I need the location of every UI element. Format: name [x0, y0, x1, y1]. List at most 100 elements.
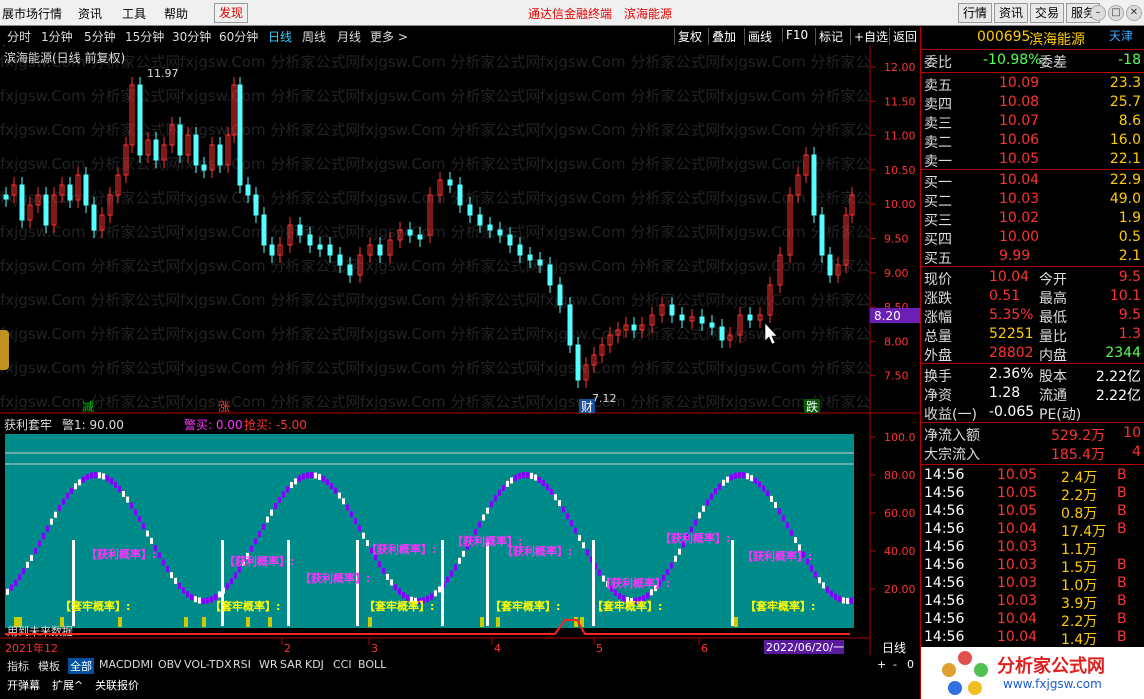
profit-label: 【获利概率】:	[86, 547, 156, 561]
stat-label2: 最高	[1039, 291, 1067, 307]
tab-monthly[interactable]: 月线	[337, 28, 361, 45]
top-btn-market[interactable]: 行情	[958, 3, 993, 23]
price-tick: 7.50	[884, 370, 909, 383]
marker-die[interactable]: 跌	[806, 399, 818, 414]
ask-price: 10.07	[999, 113, 1040, 129]
marker-jian[interactable]: 减	[82, 400, 94, 414]
tool-biaoji[interactable]: 标记	[815, 28, 843, 45]
bottom-tab-2[interactable]: 全部	[68, 658, 94, 674]
bottom-tab-3[interactable]: MACD	[99, 658, 132, 671]
tab-15min[interactable]: 15分钟	[125, 28, 164, 45]
stat-label: 外盘	[924, 348, 952, 364]
top-btn-news[interactable]: 资讯	[994, 3, 1029, 23]
marker-zhang[interactable]: 涨	[218, 399, 230, 414]
quote-panel: 000695 滨海能源 天津 委比 -10.98% 委差 -18 卖五 10.09…	[920, 27, 1144, 699]
stat2-label: 换手	[924, 369, 952, 385]
tick-price: 10.04	[997, 521, 1038, 537]
tick-price: 10.04	[997, 629, 1038, 645]
quote-row: 14:56 10.04 2.2万 B	[921, 611, 1144, 630]
stat-value2: 2344	[1105, 345, 1141, 361]
menu-news[interactable]: 资讯	[78, 5, 102, 22]
tab-weekly[interactable]: 周线	[302, 28, 326, 45]
expand-icon[interactable]: ◇	[0, 45, 8, 48]
main-chart-title: 滨海能源(日线 前复权)	[4, 50, 125, 65]
tab-more[interactable]: 更多 >	[370, 28, 408, 45]
quote-row: 14:56 10.05 0.8万 B	[921, 503, 1144, 522]
bottom-tab-9[interactable]: SAR	[280, 658, 302, 671]
bottom-tab-0[interactable]: 指标	[7, 658, 29, 674]
tab-60min[interactable]: 60分钟	[219, 28, 258, 45]
indicator-name[interactable]: 获利套牢	[4, 417, 52, 432]
bid-volume: 49.0	[1109, 191, 1141, 207]
bottom-tab-11[interactable]: CCI	[333, 658, 352, 671]
zoom-reset[interactable]: 0	[907, 658, 914, 671]
menu-discover[interactable]: 发现	[214, 3, 249, 23]
quote-row: 卖四 10.08 25.7	[921, 94, 1144, 113]
restore-icon[interactable]: □	[1108, 5, 1124, 21]
chart-area[interactable]: fxjgsw.Com 分析家公式网 滨海能源(日线 前复权) ◇ 12.0011…	[0, 45, 920, 665]
stat-label2: 最低	[1039, 310, 1067, 326]
tool-f10[interactable]: F10	[782, 28, 808, 42]
btn-expand[interactable]: 扩展^	[52, 677, 83, 693]
price-tick: 10.00	[884, 198, 916, 211]
btn-danmu[interactable]: 开弹幕	[7, 677, 40, 693]
trap-label: 【套牢概率】:	[745, 599, 815, 613]
tab-fenshi[interactable]: 分时	[7, 28, 31, 45]
tool-back[interactable]: 返回	[889, 28, 917, 45]
collapse-handle[interactable]	[0, 330, 9, 370]
tab-daily[interactable]: 日线	[268, 28, 292, 45]
tick-volume: 1.0万	[1061, 578, 1098, 594]
bottom-tab-10[interactable]: KDJ	[305, 658, 324, 671]
indicator-tick: 20.00	[884, 583, 916, 596]
bottom-tab-5[interactable]: OBV	[158, 658, 181, 671]
price-tick: 10.50	[884, 164, 916, 177]
minimize-icon[interactable]: –	[1090, 5, 1106, 21]
stat-label: 总量	[924, 329, 952, 345]
bid-price: 9.99	[999, 248, 1031, 264]
bottom-tab-4[interactable]: DMI	[132, 658, 153, 671]
tick-volume: 1.4万	[1061, 632, 1098, 648]
bottom-tab-12[interactable]: BOLL	[358, 658, 386, 671]
tool-zixuan[interactable]: +自选	[850, 28, 888, 45]
marker-cai[interactable]: 财	[581, 400, 593, 414]
quote-row: 外盘 28802 内盘 2344	[921, 345, 1144, 364]
flow-value2: 10	[1123, 425, 1141, 441]
indicator-axis: 100.0 80.00 60.00 40.00 20.00	[870, 431, 916, 596]
tool-fuquan[interactable]: 复权	[674, 28, 702, 45]
period-indicator[interactable]: 日线	[882, 641, 906, 655]
bid-volume: 0.5	[1118, 229, 1141, 245]
tick-price: 10.03	[997, 539, 1038, 555]
bottom-tab-8[interactable]: WR	[259, 658, 278, 671]
stat-value: 5.35%	[989, 307, 1034, 323]
bottom-tab-1[interactable]: 模板	[38, 658, 60, 674]
zoom-in-icon[interactable]: +	[877, 658, 886, 671]
quote-row: 买四 10.00 0.5	[921, 229, 1144, 248]
top-btn-trade[interactable]: 交易	[1030, 3, 1065, 23]
stat-value2: 1.3	[1118, 326, 1141, 342]
tick-side: B	[1117, 485, 1127, 501]
weibi-value: -10.98%	[983, 52, 1042, 68]
menu-help[interactable]: 帮助	[164, 5, 188, 22]
quote-row: 14:56 10.03 1.5万 B	[921, 557, 1144, 576]
indicator-panel-bg	[5, 434, 854, 628]
tick-volume: 0.8万	[1061, 506, 1098, 522]
bottom-tab-7[interactable]: RSI	[233, 658, 251, 671]
tool-diejia[interactable]: 叠加	[708, 28, 736, 45]
btn-linked-quote[interactable]: 关联报价	[95, 677, 139, 693]
quote-row: 14:56 10.03 3.9万 B	[921, 593, 1144, 612]
price-tick: 11.50	[884, 95, 916, 108]
menu-tools[interactable]: 工具	[122, 5, 146, 22]
tab-1min[interactable]: 1分钟	[41, 28, 73, 45]
price-tick: 8.00	[884, 335, 909, 348]
tab-5min[interactable]: 5分钟	[84, 28, 116, 45]
close-icon[interactable]: ✕	[1126, 5, 1142, 21]
menu-market[interactable]: 展市场行情	[2, 5, 62, 22]
quote-row: 买五 9.99 2.1	[921, 248, 1144, 267]
zoom-out-icon[interactable]: -	[893, 658, 897, 671]
bid-volume: 22.9	[1109, 172, 1141, 188]
tab-30min[interactable]: 30分钟	[172, 28, 211, 45]
bottom-tab-6[interactable]: VOL-TDX	[184, 658, 232, 671]
tool-huaxian[interactable]: 画线	[744, 28, 772, 45]
stat2-value: 1.28	[989, 385, 1021, 401]
tick-side: B	[1117, 503, 1127, 519]
